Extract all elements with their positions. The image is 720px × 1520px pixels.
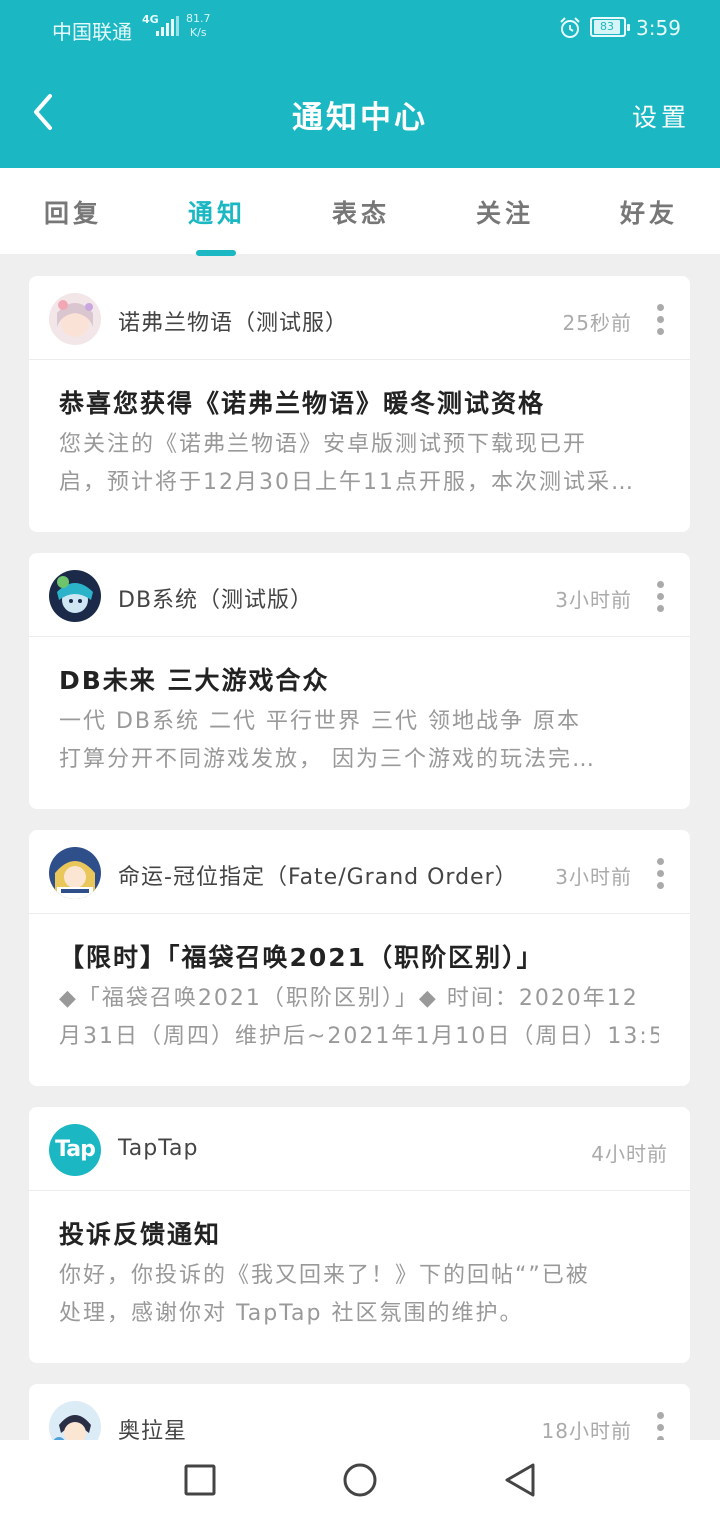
- timestamp: 3小时前: [555, 588, 632, 612]
- carrier-label: 中国联通: [52, 20, 132, 44]
- body-line: 您关注的《诺弗兰物语》安卓版测试预下载现已开: [59, 432, 588, 457]
- battery-level: 83: [594, 20, 620, 34]
- network-speed: 81.7 K/s: [186, 12, 211, 40]
- tab-friends[interactable]: 好友: [594, 194, 704, 230]
- taptap-logo[interactable]: Tap: [49, 1124, 101, 1176]
- body-line: 启，预计将于12月30日上午11点开服，本次测试采…: [59, 470, 635, 495]
- more-vertical-icon[interactable]: [652, 1412, 668, 1443]
- source-name[interactable]: DB系统（测试版）: [118, 582, 313, 614]
- timestamp: 25秒前: [562, 311, 632, 335]
- notification-card[interactable]: DB系统（测试版） 3小时前 DB未来 三大游戏合众 一代 DB系统 二代 平行…: [29, 553, 690, 809]
- settings-button[interactable]: 设置: [632, 98, 690, 134]
- battery-icon: 83: [590, 17, 630, 37]
- more-vertical-icon[interactable]: [652, 858, 668, 889]
- body-line: 月31日（周四）维护后~2021年1月10日（周日）13:59…: [59, 1024, 659, 1049]
- page-title: 通知中心: [292, 100, 428, 136]
- more-vertical-icon[interactable]: [652, 304, 668, 335]
- active-tab-indicator: [196, 250, 236, 256]
- notification-card[interactable]: 命运-冠位指定（Fate/Grand Order） 3小时前 【限时】「福袋召唤…: [29, 830, 690, 1086]
- signal-icon: [156, 16, 179, 36]
- timestamp: 4小时前: [591, 1142, 668, 1166]
- card-header: 诺弗兰物语（测试服） 25秒前: [29, 276, 690, 360]
- source-name[interactable]: TapTap: [118, 1136, 199, 1161]
- tab-replies[interactable]: 回复: [18, 194, 128, 230]
- source-name[interactable]: 命运-冠位指定（Fate/Grand Order）: [118, 859, 518, 891]
- square-icon[interactable]: [182, 1462, 218, 1498]
- body-line: ◆「福袋召唤2021（职阶区别）」◆ 时间：2020年12: [59, 986, 639, 1011]
- notification-body: ◆「福袋召唤2021（职阶区别）」◆ 时间：2020年12 月31日（周四）维护…: [59, 980, 659, 1056]
- status-bar: 中国联通 4G 81.7 K/s 83 3:59: [0, 0, 720, 58]
- body-line: 处理，感谢你对 TapTap 社区氛围的维护。: [59, 1301, 524, 1326]
- system-nav-bar: [0, 1440, 720, 1520]
- source-name[interactable]: 诺弗兰物语（测试服）: [118, 305, 348, 337]
- circle-icon[interactable]: [342, 1462, 378, 1498]
- notification-card[interactable]: Tap TapTap 4小时前 投诉反馈通知 你好，你投诉的《我又回来了！》下的…: [29, 1107, 690, 1363]
- avatar[interactable]: [49, 570, 101, 622]
- notification-body: 您关注的《诺弗兰物语》安卓版测试预下载现已开 启，预计将于12月30日上午11点…: [59, 426, 659, 502]
- triangle-back-icon[interactable]: [502, 1462, 538, 1498]
- avatar[interactable]: [49, 293, 101, 345]
- body-line: 打算分开不同游戏发放， 因为三个游戏的玩法完…: [59, 747, 596, 772]
- speed-unit: K/s: [189, 26, 207, 39]
- notification-title: 投诉反馈通知: [59, 1220, 222, 1249]
- body-line: 你好，你投诉的《我又回来了！》下的回帖“”已被: [59, 1263, 590, 1288]
- card-header: Tap TapTap 4小时前: [29, 1107, 690, 1191]
- avatar[interactable]: [49, 847, 101, 899]
- notification-body: 一代 DB系统 二代 平行世界 三代 领地战争 原本 打算分开不同游戏发放， 因…: [59, 703, 659, 779]
- more-vertical-icon[interactable]: [652, 581, 668, 612]
- body-line: 一代 DB系统 二代 平行世界 三代 领地战争 原本: [59, 709, 581, 734]
- card-header: 命运-冠位指定（Fate/Grand Order） 3小时前: [29, 830, 690, 914]
- notification-card[interactable]: 诺弗兰物语（测试服） 25秒前 恭喜您获得《诺弗兰物语》暖冬测试资格 您关注的《…: [29, 276, 690, 532]
- notification-title: 【限时】「福袋召唤2021（职阶区别）」: [59, 943, 544, 972]
- speed-value: 81.7: [186, 12, 211, 25]
- timestamp: 3小时前: [555, 865, 632, 889]
- alarm-icon: [560, 17, 580, 38]
- tab-follows[interactable]: 关注: [450, 194, 560, 230]
- notification-body: 你好，你投诉的《我又回来了！》下的回帖“”已被 处理，感谢你对 TapTap 社…: [59, 1257, 659, 1333]
- tab-bar: 回复 通知 表态 关注 好友: [0, 168, 720, 254]
- notification-title: DB未来 三大游戏合众: [59, 666, 330, 695]
- card-header: DB系统（测试版） 3小时前: [29, 553, 690, 637]
- app-header: 中国联通 4G 81.7 K/s 83 3:59 通知中心 设置: [0, 0, 720, 168]
- clock: 3:59: [636, 16, 681, 40]
- tab-notifications[interactable]: 通知: [162, 194, 272, 230]
- tab-reactions[interactable]: 表态: [306, 194, 416, 230]
- notification-title: 恭喜您获得《诺弗兰物语》暖冬测试资格: [59, 389, 546, 418]
